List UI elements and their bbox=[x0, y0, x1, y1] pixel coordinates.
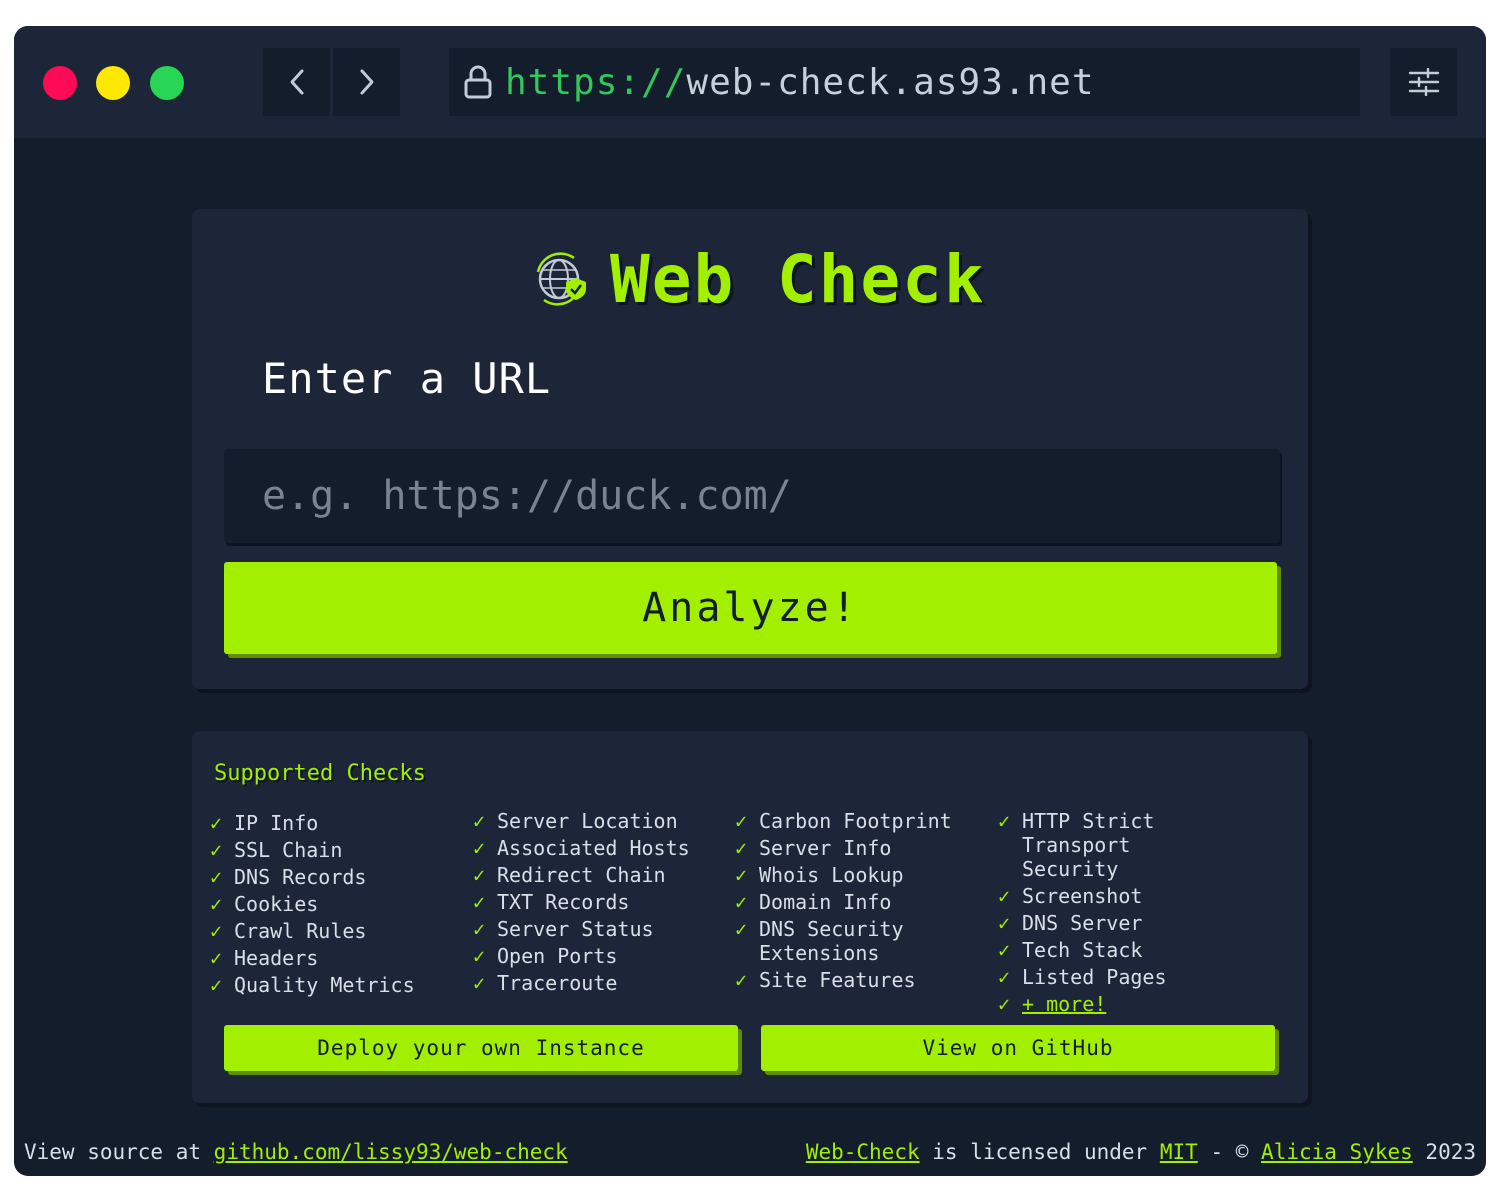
check-icon: ✓ bbox=[210, 973, 223, 997]
list-item: ✓ Quality Metrics bbox=[210, 973, 415, 997]
check-icon: ✓ bbox=[998, 884, 1011, 908]
check-icon: ✓ bbox=[998, 965, 1011, 989]
check-icon: ✓ bbox=[473, 809, 486, 833]
list-item: ✓ Server Location bbox=[473, 809, 678, 833]
chevron-left-icon bbox=[290, 69, 303, 95]
list-item: ✓ Redirect Chain bbox=[473, 863, 666, 887]
check-icon: ✓ bbox=[210, 919, 223, 943]
list-item: ✓ + more! bbox=[998, 992, 1248, 1016]
brand: Web Check bbox=[532, 239, 986, 319]
check-icon: ✓ bbox=[210, 865, 223, 889]
check-icon: ✓ bbox=[473, 890, 486, 914]
footer-source: View source at github.com/lissy93/web-ch… bbox=[24, 1140, 568, 1164]
check-icon: ✓ bbox=[998, 938, 1011, 962]
list-item: ✓ Server Info bbox=[735, 836, 892, 860]
check-icon: ✓ bbox=[473, 836, 486, 860]
list-item: ✓ DNS Security Extensions bbox=[735, 917, 904, 965]
supported-checks-card: Supported Checks ✓ IP Info ✓ SSL Chain ✓ DN… bbox=[192, 731, 1308, 1103]
list-item: ✓ Traceroute bbox=[473, 971, 618, 995]
list-item: ✓ TXT Records bbox=[473, 890, 630, 914]
url-form-card: Web Check Enter a URL Analyze! bbox=[192, 209, 1308, 689]
analyze-button[interactable]: Analyze! bbox=[224, 562, 1277, 654]
minimize-window-button[interactable] bbox=[96, 66, 130, 100]
url-scheme: https:// bbox=[505, 61, 687, 103]
check-icon: ✓ bbox=[473, 863, 486, 887]
list-item: ✓ HTTP Strict Transport Security bbox=[998, 809, 1155, 881]
url-host: web-check.as93.net bbox=[686, 61, 1095, 103]
address-bar[interactable]: https://web-check.as93.net bbox=[449, 48, 1360, 116]
list-item: ✓ Headers bbox=[210, 946, 319, 970]
globe-shield-icon bbox=[532, 250, 590, 308]
list-item: ✓ Listed Pages bbox=[998, 965, 1167, 989]
checks-column-4: ✓ HTTP Strict Transport Security ✓ Screens… bbox=[998, 809, 1248, 1019]
list-item: ✓ Server Status bbox=[473, 917, 654, 941]
list-item: ✓ Tech Stack bbox=[998, 938, 1143, 962]
url-input[interactable] bbox=[224, 449, 1280, 543]
view-on-github-button[interactable]: View on GitHub bbox=[761, 1025, 1275, 1071]
more-checks-link[interactable]: + more! bbox=[1022, 992, 1106, 1016]
check-icon: ✓ bbox=[998, 992, 1011, 1016]
list-item: ✓ Associated Hosts bbox=[473, 836, 690, 860]
browser-window: https://web-check.as93.net Web Check Ent… bbox=[14, 26, 1486, 1176]
check-icon: ✓ bbox=[998, 911, 1011, 935]
sliders-icon bbox=[1408, 68, 1439, 96]
list-item: ✓ Site Features bbox=[735, 968, 916, 992]
list-item: ✓ IP Info bbox=[210, 811, 319, 835]
list-item: ✓ DNS Server bbox=[998, 911, 1143, 935]
footer: View source at github.com/lissy93/web-ch… bbox=[14, 1136, 1486, 1176]
check-icon: ✓ bbox=[210, 946, 223, 970]
check-icon: ✓ bbox=[735, 863, 748, 887]
lock-icon bbox=[461, 62, 495, 102]
url-input-label: Enter a URL bbox=[262, 354, 552, 403]
list-item: ✓ Domain Info bbox=[735, 890, 892, 914]
check-icon: ✓ bbox=[473, 944, 486, 968]
app-title: Web Check bbox=[610, 240, 986, 318]
project-link[interactable]: Web-Check bbox=[806, 1140, 920, 1164]
check-icon: ✓ bbox=[735, 890, 748, 914]
check-icon: ✓ bbox=[473, 971, 486, 995]
check-icon: ✓ bbox=[735, 917, 748, 941]
supported-checks-title: Supported Checks bbox=[214, 761, 426, 786]
browser-toolbar: https://web-check.as93.net bbox=[14, 26, 1486, 138]
list-item: ✓ Crawl Rules bbox=[210, 919, 367, 943]
check-icon: ✓ bbox=[735, 836, 748, 860]
check-icon: ✓ bbox=[473, 917, 486, 941]
check-icon: ✓ bbox=[735, 809, 748, 833]
check-icon: ✓ bbox=[998, 809, 1011, 833]
deploy-instance-button[interactable]: Deploy your own Instance bbox=[224, 1025, 738, 1071]
check-icon: ✓ bbox=[210, 838, 223, 862]
license-link[interactable]: MIT bbox=[1160, 1140, 1198, 1164]
list-item: ✓ SSL Chain bbox=[210, 838, 343, 862]
chevron-right-icon bbox=[360, 69, 373, 95]
check-icon: ✓ bbox=[210, 892, 223, 916]
checks-column-1: ✓ IP Info ✓ SSL Chain ✓ DNS Records ✓ Cookie… bbox=[210, 811, 460, 1000]
check-icon: ✓ bbox=[735, 968, 748, 992]
forward-button[interactable] bbox=[333, 48, 400, 116]
close-window-button[interactable] bbox=[43, 66, 77, 100]
settings-button[interactable] bbox=[1390, 48, 1457, 116]
footer-license: Web-Check is licensed under MIT - © Alic… bbox=[805, 1140, 1476, 1164]
list-item: ✓ DNS Records bbox=[210, 865, 367, 889]
list-item: ✓ Whois Lookup bbox=[735, 863, 904, 887]
source-repo-link[interactable]: github.com/lissy93/web-check bbox=[214, 1140, 568, 1164]
list-item: ✓ Screenshot bbox=[998, 884, 1143, 908]
list-item: ✓ Open Ports bbox=[473, 944, 618, 968]
list-item: ✓ Cookies bbox=[210, 892, 319, 916]
checks-column-2: ✓ Server Location ✓ Associated Hosts ✓ Redi… bbox=[473, 809, 723, 998]
back-button[interactable] bbox=[263, 48, 330, 116]
list-item: ✓ Carbon Footprint bbox=[735, 809, 952, 833]
check-icon: ✓ bbox=[210, 811, 223, 835]
author-link[interactable]: Alicia Sykes bbox=[1261, 1140, 1413, 1164]
maximize-window-button[interactable] bbox=[150, 66, 184, 100]
checks-column-3: ✓ Carbon Footprint ✓ Server Info ✓ Whois Lo… bbox=[735, 809, 985, 995]
